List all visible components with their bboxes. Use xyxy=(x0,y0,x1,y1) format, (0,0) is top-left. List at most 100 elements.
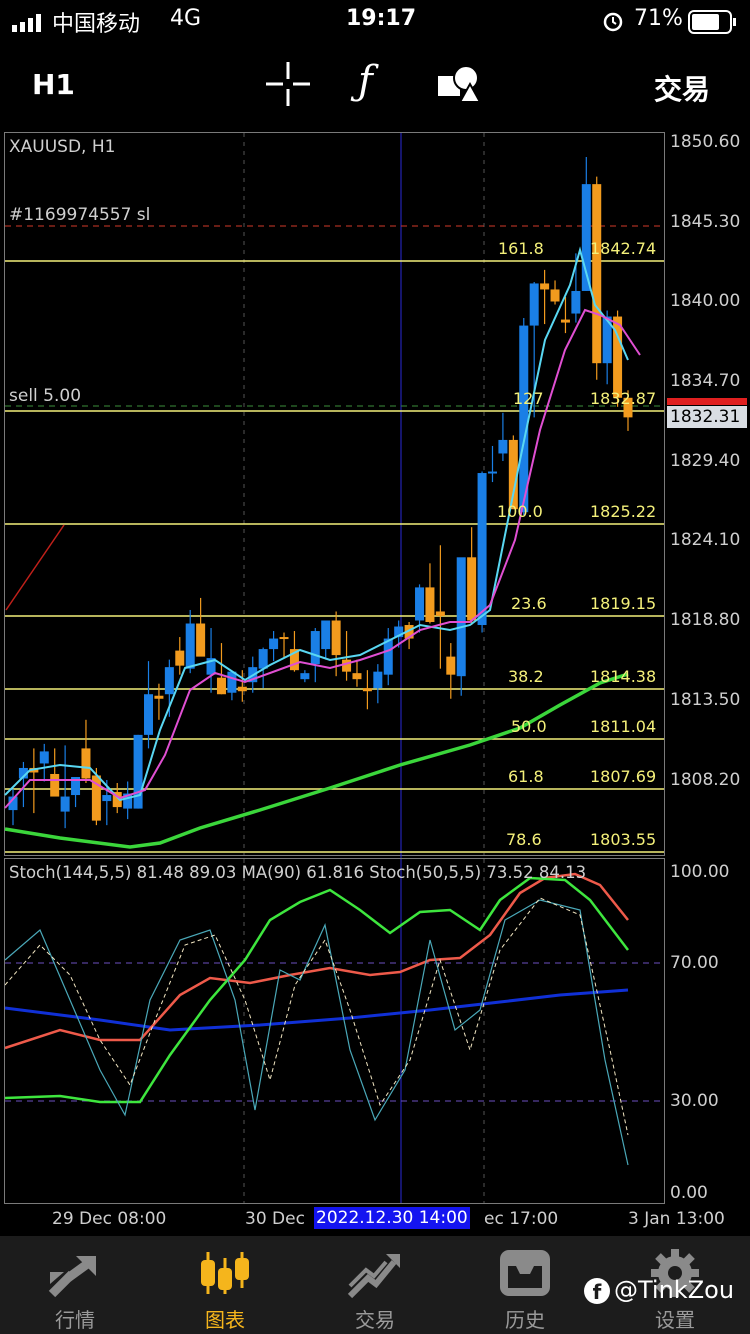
fib-price-label: 1819.15 xyxy=(590,594,657,613)
candle-body xyxy=(300,673,310,680)
fib-ratio-label: 61.8 xyxy=(508,767,544,786)
candle-body xyxy=(383,638,393,675)
watermark: f @TinkZou xyxy=(584,1274,750,1308)
chart-icon xyxy=(198,1250,252,1300)
quotes-icon xyxy=(46,1250,102,1304)
candle-body xyxy=(352,673,362,680)
order-label: sell 5.00 xyxy=(9,386,82,406)
fib-ratio-label: 23.6 xyxy=(511,594,547,613)
candle-body xyxy=(237,686,247,692)
candle-body xyxy=(81,748,91,779)
stoch-tick: 70.00 xyxy=(670,953,719,973)
candle-body xyxy=(373,671,383,689)
price-tick: 1813.50 xyxy=(670,690,741,710)
candle-body xyxy=(269,638,279,650)
candle-body xyxy=(185,623,195,669)
candle-body xyxy=(467,557,477,621)
time-tick-4: 3 Jan 13:00 xyxy=(628,1209,725,1229)
candle-body xyxy=(425,587,435,623)
candle-body xyxy=(258,649,268,669)
candle-body xyxy=(144,694,154,735)
fib-ratio-label: 50.0 xyxy=(511,717,547,736)
price-tick: 1818.80 xyxy=(670,610,741,630)
candle-body xyxy=(540,283,550,290)
candle-body xyxy=(164,667,174,695)
fib-price-label: 1814.38 xyxy=(590,667,657,686)
sl-label: #1169974557 sl xyxy=(9,205,151,225)
facebook-icon: f xyxy=(584,1278,610,1304)
candle-body xyxy=(279,637,289,640)
symbol-label: XAUUSD, H1 xyxy=(9,137,116,157)
candle-body xyxy=(560,319,570,323)
candle-body xyxy=(102,795,112,802)
current-price-badge: 1832.31 xyxy=(667,406,747,428)
time-tick-2: 30 Dec xyxy=(245,1209,305,1229)
candle-body xyxy=(415,587,425,621)
fib-price-label: 1811.04 xyxy=(590,717,657,736)
candle-body xyxy=(592,184,602,364)
candle-body xyxy=(550,289,560,302)
candle-body xyxy=(310,631,320,665)
candle-body xyxy=(571,290,581,314)
nav-label: 图表 xyxy=(205,1308,245,1332)
fib-ratio-label: 161.8 xyxy=(498,239,544,258)
ma-long-line xyxy=(4,672,629,849)
price-tick: 1808.20 xyxy=(670,770,741,790)
candle-body xyxy=(362,688,372,692)
time-tick-3: ec 17:00 xyxy=(484,1209,559,1229)
price-tick: 1834.70 xyxy=(670,371,741,391)
candle-body xyxy=(435,611,445,616)
fib-price-label: 1842.74 xyxy=(590,239,657,258)
fib-ratio-label: 100.0 xyxy=(497,502,543,521)
price-tick: 1829.40 xyxy=(670,451,741,471)
candle-body xyxy=(50,773,60,797)
candle-body xyxy=(227,671,237,693)
stoch-panel-frame[interactable] xyxy=(4,858,665,1204)
nav-item-history[interactable]: 历史 xyxy=(450,1236,600,1334)
candle-body xyxy=(175,650,185,666)
bottom-nav: 行情 图表 交易 历史 设置 f @TinkZou xyxy=(0,1236,750,1334)
nav-item-trade[interactable]: 交易 xyxy=(300,1236,450,1334)
nav-item-chart[interactable]: 图表 xyxy=(150,1236,300,1334)
candle-body xyxy=(60,796,70,812)
candle-body xyxy=(529,283,539,326)
candle-body xyxy=(446,656,456,675)
nav-label: 行情 xyxy=(55,1308,95,1332)
fib-price-label: 1832.87 xyxy=(590,389,657,408)
candle-body xyxy=(39,751,49,764)
candle-body xyxy=(477,473,487,626)
price-tick: 1850.60 xyxy=(670,132,741,152)
nav-item-quotes[interactable]: 行情 xyxy=(0,1236,150,1334)
sl-price-marker xyxy=(667,398,747,405)
candle-body xyxy=(133,734,143,809)
stoch-tick: 30.00 xyxy=(670,1091,719,1111)
fib-price-label: 1807.69 xyxy=(590,767,657,786)
price-tick: 1840.00 xyxy=(670,291,741,311)
candle-body xyxy=(342,659,352,672)
candle-body xyxy=(196,623,206,657)
fib-ratio-label: 38.2 xyxy=(508,667,544,686)
candle-body xyxy=(456,557,466,677)
candle-body xyxy=(498,439,508,454)
history-icon xyxy=(498,1248,552,1302)
stoch-label: Stoch(144,5,5) 81.48 89.03 MA(90) 61.816… xyxy=(9,863,587,882)
nav-label: 设置 xyxy=(655,1308,695,1332)
crosshair-time-badge: 2022.12.30 14:00 xyxy=(314,1207,470,1229)
trend-line xyxy=(5,524,65,611)
price-tick: 1824.10 xyxy=(670,530,741,550)
time-tick-1: 29 Dec 08:00 xyxy=(52,1209,167,1229)
candle-body xyxy=(154,695,164,699)
candle-body xyxy=(331,620,341,656)
stoch-tick: 100.00 xyxy=(670,862,730,882)
candle-body xyxy=(321,620,331,650)
nav-label: 历史 xyxy=(505,1308,545,1332)
fib-price-label: 1803.55 xyxy=(590,830,657,849)
fib-ratio-label: 127 xyxy=(513,389,544,408)
trade-icon xyxy=(346,1250,402,1304)
fib-price-label: 1825.22 xyxy=(590,502,657,521)
stoch-tick: 0.00 xyxy=(670,1183,708,1203)
watermark-text: @TinkZou xyxy=(614,1276,735,1304)
candle-body xyxy=(216,677,226,695)
nav-label: 交易 xyxy=(355,1308,395,1332)
candle-body xyxy=(487,471,497,474)
